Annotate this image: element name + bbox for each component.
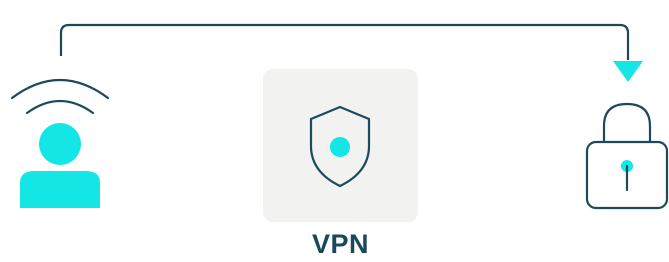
vpn-diagram: VPN	[0, 0, 669, 262]
lock-shackle	[602, 102, 652, 142]
shield-dot	[330, 137, 350, 157]
lock-icon	[585, 102, 669, 210]
user-head	[39, 123, 81, 165]
user-broadcast-icon	[10, 79, 110, 208]
diagram-canvas	[10, 23, 669, 210]
signal-wave-inner	[25, 100, 95, 115]
arrow-head-icon	[613, 61, 643, 82]
vpn-label: VPN	[311, 229, 370, 259]
connection-arrow-line	[59, 23, 630, 60]
signal-wave-outer	[10, 79, 110, 100]
shield-icon	[309, 105, 371, 188]
user-body	[20, 171, 100, 208]
